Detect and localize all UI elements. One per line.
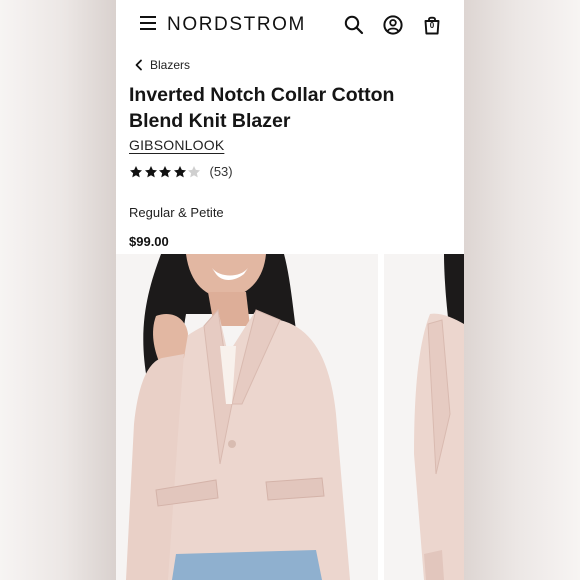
search-icon[interactable] — [343, 14, 365, 36]
bag-button[interactable]: 0 — [421, 14, 443, 36]
star-icon — [144, 165, 157, 177]
model-photo-side — [384, 254, 464, 580]
chevron-left-icon — [135, 59, 142, 71]
price: $99.00 — [129, 234, 169, 249]
product-page: NORDSTROM 0 Blazers Inverted Notch Colla… — [116, 0, 464, 580]
product-image-next[interactable] — [384, 254, 464, 580]
rating[interactable]: (53) — [129, 164, 233, 179]
star-icon — [129, 165, 143, 177]
background-right — [464, 0, 580, 580]
site-header: NORDSTROM 0 — [116, 0, 464, 52]
star-icon — [187, 165, 201, 177]
breadcrumb[interactable]: Blazers — [134, 57, 190, 73]
rating-stars — [129, 165, 202, 179]
brand-link[interactable]: GIBSONLOOK — [129, 137, 224, 153]
bag-count: 0 — [429, 21, 435, 30]
product-image-main[interactable] — [116, 254, 378, 580]
nordstrom-logo[interactable]: NORDSTROM — [167, 14, 306, 36]
product-title: Inverted Notch Collar Cotton Blend Knit … — [129, 84, 395, 132]
breadcrumb-label: Blazers — [150, 58, 191, 72]
menu-icon[interactable] — [140, 16, 156, 34]
background-left — [0, 0, 116, 580]
account-icon[interactable] — [382, 14, 404, 36]
star-icon — [158, 165, 172, 177]
model-photo — [116, 254, 378, 580]
fit-options: Regular & Petite — [129, 205, 224, 220]
image-gallery[interactable] — [116, 254, 464, 580]
star-icon — [173, 165, 186, 177]
rating-count: (53) — [209, 164, 233, 179]
